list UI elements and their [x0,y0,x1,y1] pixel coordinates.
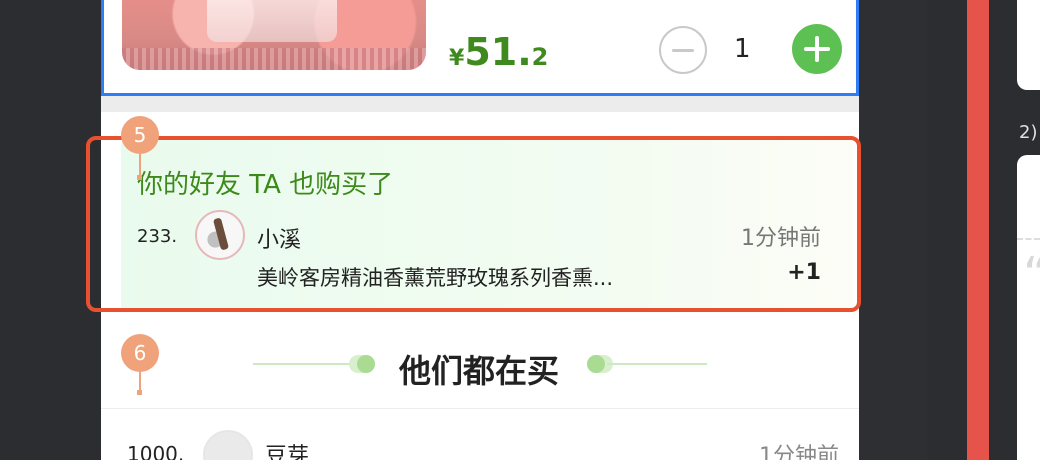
step-badge-5-tail [139,154,141,176]
increase-quantity-button[interactable] [792,24,842,74]
step-badge-5-tail-end [137,175,142,180]
quote-icon: “ [1023,247,1040,303]
step-badge-6-tail [139,372,141,392]
bottle-shape [207,0,337,42]
decorative-dot-left [349,355,375,373]
price-integer: 51. [464,30,532,74]
decrease-quantity-button[interactable] [659,26,707,74]
buyer-rank: 1000. [127,442,185,460]
step-badge-6: 6 [121,334,159,372]
background-strip [859,0,927,460]
product-image[interactable] [122,0,426,70]
background-card-bottom: “ [1017,155,1040,460]
background-dashed-line [1017,238,1040,240]
price-decimal: 2 [531,43,549,71]
others-buying-header: 他们都在买 [101,320,859,408]
product-price: ¥51.2 [449,30,548,74]
others-buying-title: 他们都在买 [399,352,560,390]
annotation-highlight-box [86,136,861,312]
price-currency: ¥ [449,46,465,71]
product-card[interactable]: ¥51.2 1 [101,0,859,96]
divider [101,408,859,409]
quantity-value: 1 [734,34,751,64]
background-label: 2) [1019,122,1038,143]
background-card-top [1017,0,1040,90]
background-red-bar [967,0,989,460]
petals-shape [122,48,426,70]
buyer-name[interactable]: 豆芽 [265,438,309,460]
buyer-avatar[interactable] [203,430,253,460]
step-badge-5: 5 [121,116,159,154]
section-separator [101,96,859,112]
decorative-line-left [253,363,353,365]
step-badge-6-tail-end [137,390,142,395]
buyer-purchase-time: 1分钟前 [759,444,839,460]
decorative-line-right [607,363,707,365]
